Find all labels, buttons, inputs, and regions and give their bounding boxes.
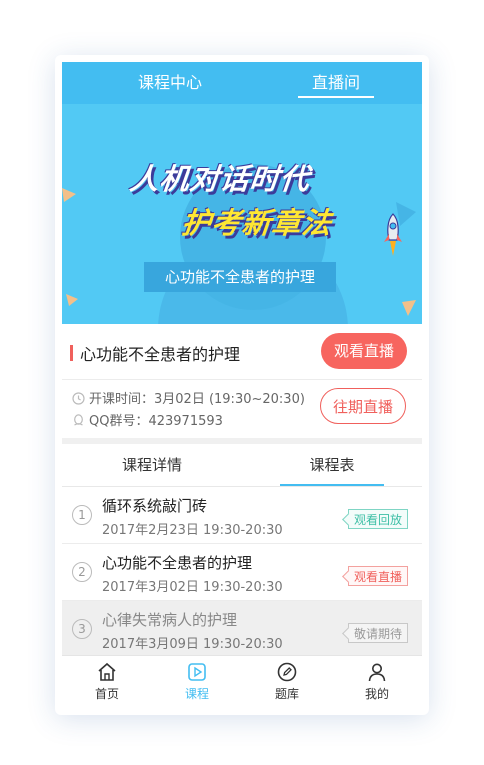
course-qq: QQ群号：423971593: [72, 410, 223, 429]
lesson-number: 3: [72, 619, 92, 639]
banner-headline-1: 人机对话时代: [128, 162, 312, 196]
detail-tabs: 课程详情 课程表: [62, 444, 422, 487]
course-title: 心功能不全患者的护理: [80, 345, 241, 364]
nav-label: 我的: [364, 687, 389, 701]
bottom-nav: 首页 课程 题库 我的: [62, 655, 422, 702]
lesson-number: 1: [72, 505, 92, 525]
title-marker: [70, 345, 73, 361]
lesson-title: 循环系统敲门砖: [102, 497, 208, 515]
lesson-title: 心律失常病人的护理: [102, 611, 238, 629]
tab-course-details[interactable]: 课程详情: [62, 444, 242, 486]
course-time: 开课时间：3月02日 (19:30~20:30): [72, 388, 305, 407]
tab-schedule[interactable]: 课程表: [242, 444, 422, 486]
rocket-icon: [384, 213, 402, 256]
lesson-row[interactable]: 2 心功能不全患者的护理 2017年3月02日 19:30-20:30 观看直播: [62, 544, 422, 601]
course-qq-text: QQ群号：423971593: [89, 414, 223, 429]
pen-icon: [277, 662, 297, 682]
clock-icon: [72, 392, 85, 405]
lesson-row: 3 心律失常病人的护理 2017年3月09日 19:30-20:30 敬请期待: [62, 601, 422, 656]
banner-subtitle: 心功能不全患者的护理: [144, 262, 336, 292]
nav-label: 课程: [184, 687, 209, 701]
play-icon: [188, 663, 206, 681]
course-time-text: 开课时间：3月02日 (19:30~20:30): [89, 392, 305, 407]
lesson-number: 2: [72, 562, 92, 582]
tab-course-center[interactable]: 课程中心: [122, 62, 218, 104]
user-icon: [368, 663, 386, 682]
past-live-button[interactable]: 往期直播: [320, 388, 406, 424]
phone-screen: 课程中心 直播间 人机对话时代 护考新章法 心功能不全患者的护理 心功能不全患者…: [62, 62, 422, 702]
coming-soon-tag: 敬请期待: [348, 623, 408, 643]
lesson-row[interactable]: 1 循环系统敲门砖 2017年2月23日 19:30-20:30 观看回放: [62, 487, 422, 544]
nav-label: 题库: [274, 687, 299, 701]
qq-icon: [74, 414, 83, 426]
deco-triangle: [66, 294, 78, 306]
lesson-date: 2017年2月23日 19:30-20:30: [102, 523, 283, 538]
banner-headline-2: 护考新章法: [180, 206, 334, 240]
watch-replay-tag[interactable]: 观看回放: [348, 509, 408, 529]
promo-banner[interactable]: 人机对话时代 护考新章法 心功能不全患者的护理: [62, 104, 422, 324]
deco-triangle: [62, 188, 76, 202]
lesson-title: 心功能不全患者的护理: [102, 554, 253, 572]
lesson-date: 2017年3月09日 19:30-20:30: [102, 637, 283, 652]
nav-question-bank[interactable]: 题库: [242, 656, 332, 702]
top-tab-bar: 课程中心 直播间: [62, 62, 422, 104]
deco-triangle: [402, 300, 416, 316]
nav-me[interactable]: 我的: [332, 656, 422, 702]
live-course-header: 心功能不全患者的护理 观看直播: [62, 324, 422, 380]
nav-course[interactable]: 课程: [152, 656, 242, 702]
tab-live-room[interactable]: 直播间: [288, 62, 384, 104]
course-info: 开课时间：3月02日 (19:30~20:30) QQ群号：423971593 …: [62, 380, 422, 438]
nav-home[interactable]: 首页: [62, 656, 152, 702]
home-icon: [98, 662, 116, 681]
watch-live-tag[interactable]: 观看直播: [348, 566, 408, 586]
nav-label: 首页: [94, 687, 119, 701]
watch-live-button[interactable]: 观看直播: [321, 333, 407, 369]
lesson-date: 2017年3月02日 19:30-20:30: [102, 580, 283, 595]
